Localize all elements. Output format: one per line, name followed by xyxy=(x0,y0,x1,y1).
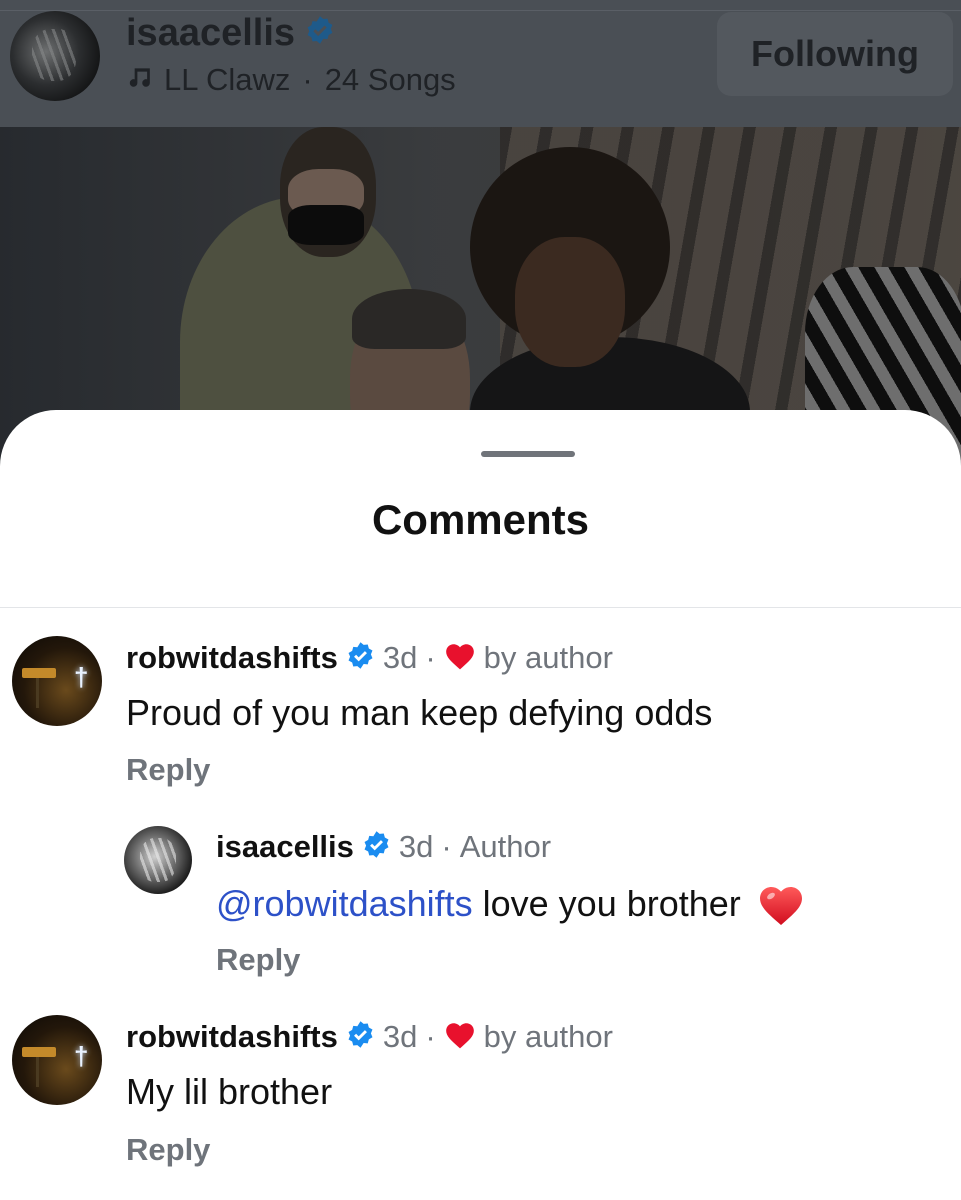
sheet-drag-handle[interactable] xyxy=(481,451,575,457)
comment-text: @robwitdashifts love you brother xyxy=(216,882,805,926)
comment-meta: robwitdashifts 3d · by author xyxy=(126,640,613,676)
commenter-avatar[interactable] xyxy=(124,826,192,894)
commenter-avatar[interactable]: † xyxy=(12,1015,102,1105)
verified-badge-icon xyxy=(305,12,335,55)
heart-icon xyxy=(444,1020,476,1054)
commenter-avatar[interactable]: † xyxy=(12,636,102,726)
post-backdrop: isaacellis LL Clawz · 24 Songs Following xyxy=(0,0,961,470)
divider xyxy=(0,607,961,608)
comment-meta: robwitdashifts 3d · by author xyxy=(126,1019,613,1055)
comment-text: Proud of you man keep defying odds xyxy=(126,692,713,733)
red-heart-emoji-icon xyxy=(757,882,805,926)
reply-button[interactable]: Reply xyxy=(126,1132,210,1168)
mention-link[interactable]: @robwitdashifts xyxy=(216,883,473,925)
verified-badge-icon xyxy=(346,1020,375,1054)
post-header: isaacellis LL Clawz · 24 Songs Following xyxy=(0,0,961,127)
heart-icon xyxy=(444,641,476,675)
music-note-icon xyxy=(126,62,152,98)
sheet-title: Comments xyxy=(371,496,590,543)
verified-badge-icon xyxy=(362,830,391,864)
verified-badge-icon xyxy=(346,641,375,675)
comment-meta: isaacellis 3d · Author xyxy=(216,829,552,865)
comments-sheet: Comments † robwitdashifts 3d · by author… xyxy=(0,410,961,1200)
author-avatar[interactable] xyxy=(10,11,100,101)
commenter-username[interactable]: robwitdashifts xyxy=(126,1019,338,1055)
song-info[interactable]: LL Clawz · 24 Songs xyxy=(126,62,456,98)
reply-button[interactable]: Reply xyxy=(216,942,300,978)
comment-text: My lil brother xyxy=(126,1071,333,1112)
reply-button[interactable]: Reply xyxy=(126,752,210,788)
author-username[interactable]: isaacellis xyxy=(126,12,335,55)
comment-timestamp: 3d xyxy=(398,829,434,864)
commenter-username[interactable]: robwitdashifts xyxy=(126,640,338,676)
liked-by-author-label: by author xyxy=(483,1019,613,1054)
author-label: Author xyxy=(459,829,552,864)
comment-timestamp: 3d xyxy=(382,1019,418,1054)
following-button[interactable]: Following xyxy=(717,12,953,96)
commenter-username[interactable]: isaacellis xyxy=(216,829,354,865)
comment-timestamp: 3d xyxy=(382,640,418,675)
liked-by-author-label: by author xyxy=(483,640,613,675)
